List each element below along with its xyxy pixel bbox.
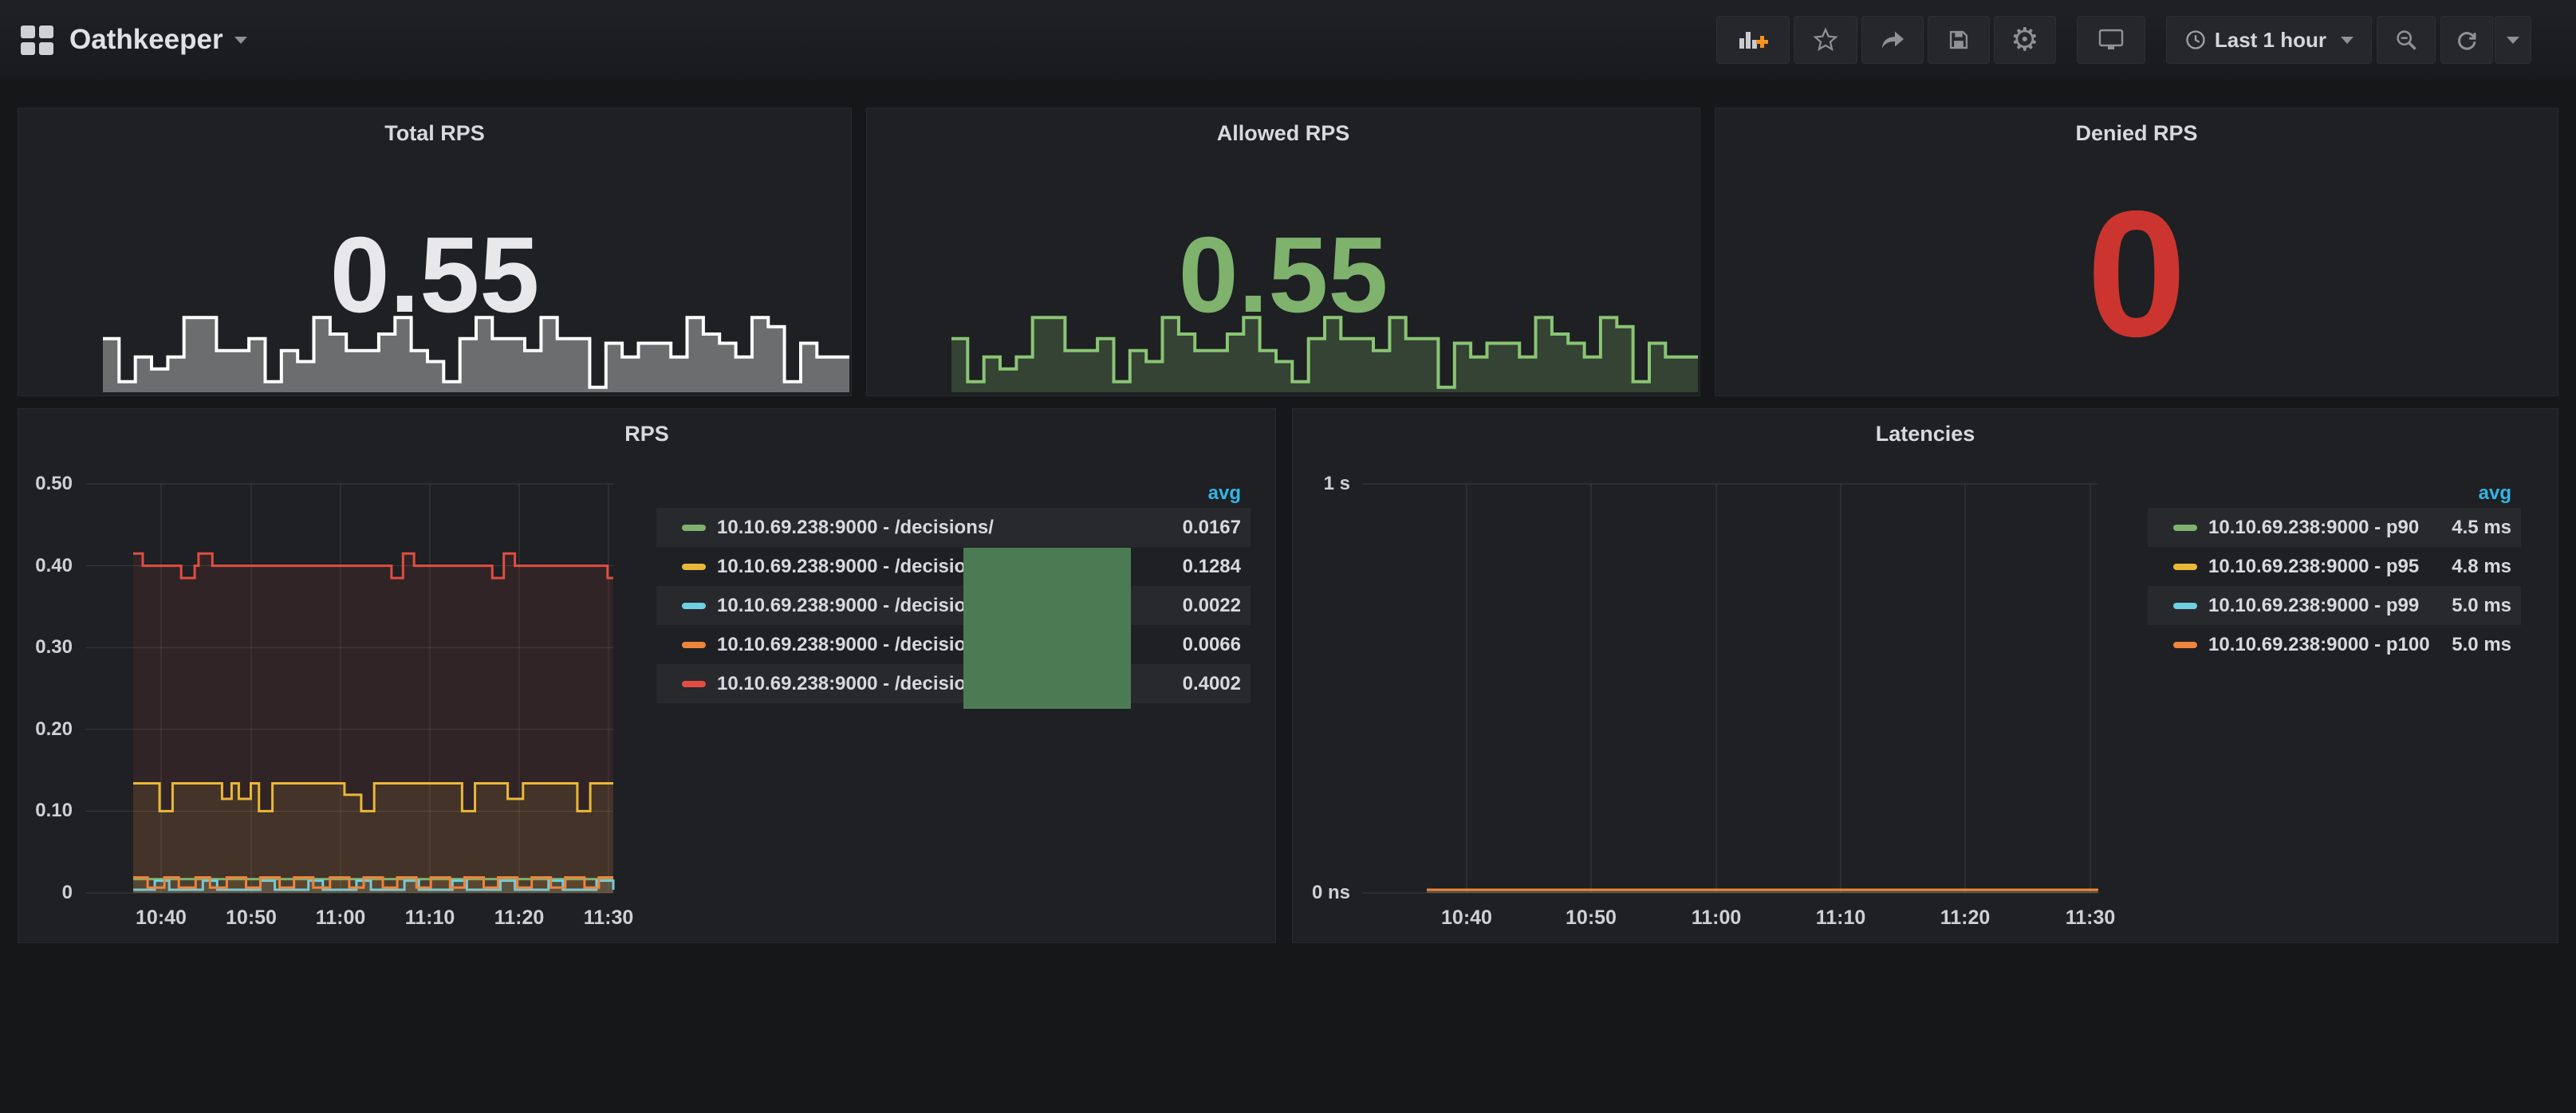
rps-legend: avg10.10.69.238:9000 - /decisions/0.0167… bbox=[656, 479, 1251, 703]
legend-avg-value: 0.0066 bbox=[1183, 634, 1241, 656]
legend-series-label: 10.10.69.238:9000 - p100 bbox=[2208, 634, 2436, 656]
refresh-icon bbox=[2455, 28, 2479, 52]
y-tick-label: 0 bbox=[18, 881, 73, 905]
legend-avg-value: 0.4002 bbox=[1183, 673, 1241, 695]
legend-series-label: 10.10.69.238:9000 - p95 bbox=[2208, 556, 2436, 578]
time-range-label: Last 1 hour bbox=[2215, 28, 2326, 53]
legend-series-swatch bbox=[682, 642, 706, 648]
y-tick-label: 0.40 bbox=[18, 554, 73, 578]
legend-row[interactable]: 10.10.69.238:9000 - /decisions/0.0022 bbox=[656, 586, 1251, 625]
x-tick-label: 10:40 bbox=[1419, 906, 1514, 930]
zoom-out-button[interactable] bbox=[2377, 16, 2436, 64]
latencies-legend: avg10.10.69.238:9000 - p904.5 ms10.10.69… bbox=[2148, 479, 2521, 664]
legend-series-swatch bbox=[682, 525, 706, 531]
panel-title[interactable]: RPS bbox=[18, 422, 1275, 446]
legend-avg-value: 0.1284 bbox=[1183, 556, 1241, 578]
legend-series-swatch bbox=[682, 681, 706, 687]
save-button[interactable] bbox=[1928, 16, 1990, 64]
legend-row[interactable]: 10.10.69.238:9000 - p99 5.0 ms bbox=[2148, 586, 2521, 625]
legend-series-swatch bbox=[2173, 564, 2197, 570]
refresh-button[interactable] bbox=[2440, 16, 2493, 64]
stat-value: 0 bbox=[1715, 184, 2558, 364]
star-button[interactable] bbox=[1794, 16, 1857, 64]
legend-avg-header: avg bbox=[2148, 479, 2521, 508]
y-tick-label: 0.20 bbox=[18, 718, 73, 741]
legend-series-swatch bbox=[2173, 525, 2197, 531]
legend-row[interactable]: 10.10.69.238:9000 - p100 5.0 ms bbox=[2148, 625, 2521, 664]
grafana-dashboard: Oathkeeper bbox=[0, 0, 2576, 1113]
legend-row[interactable]: 10.10.69.238:9000 - p95 4.8 ms bbox=[2148, 547, 2521, 586]
y-tick-label: 0 ns bbox=[1292, 881, 1350, 905]
legend-row[interactable]: 10.10.69.238:9000 - /decisions/0.4002 bbox=[656, 664, 1251, 703]
legend-series-swatch bbox=[682, 564, 706, 570]
star-icon bbox=[1813, 27, 1838, 53]
y-tick-label: 0.30 bbox=[18, 635, 73, 659]
legend-series-label: 10.10.69.238:9000 - p99 bbox=[2208, 595, 2436, 617]
x-tick-label: 11:20 bbox=[1917, 906, 2013, 930]
x-tick-label: 11:00 bbox=[1668, 906, 1764, 930]
x-tick-label: 10:40 bbox=[113, 906, 209, 930]
share-button[interactable] bbox=[1861, 16, 1924, 64]
legend-series-swatch bbox=[2173, 603, 2197, 609]
y-tick-label: 1 s bbox=[1292, 472, 1350, 496]
total-rps-panel: Total RPS 0.55 bbox=[18, 108, 852, 396]
redaction-overlay bbox=[963, 548, 1131, 709]
dashboard-menu-icon[interactable] bbox=[21, 26, 53, 55]
allowed-rps-panel: Allowed RPS 0.55 bbox=[866, 108, 1700, 396]
denied-rps-panel: Denied RPS 0 bbox=[1715, 108, 2558, 396]
legend-avg-value: 0.0022 bbox=[1183, 595, 1241, 617]
panel-title[interactable]: Latencies bbox=[1293, 422, 2558, 446]
stat-value: 0.55 bbox=[867, 221, 1700, 328]
refresh-interval-button[interactable] bbox=[2495, 16, 2531, 64]
legend-row[interactable]: 10.10.69.238:9000 - /decisions/0.0167 bbox=[656, 508, 1251, 547]
x-tick-label: 10:50 bbox=[203, 906, 299, 930]
x-tick-label: 10:50 bbox=[1543, 906, 1639, 930]
stat-value: 0.55 bbox=[18, 221, 851, 328]
legend-avg-header: avg bbox=[656, 479, 1251, 508]
legend-avg-value: 5.0 ms bbox=[2452, 634, 2511, 656]
header-toolbar: ⚙ Last 1 hour bbox=[1712, 16, 2531, 64]
caret-down-icon bbox=[2507, 37, 2519, 44]
x-tick-label: 11:30 bbox=[561, 906, 656, 930]
zoom-out-icon bbox=[2394, 28, 2418, 52]
legend-series-label: 10.10.69.238:9000 - /decisions/ bbox=[717, 517, 1167, 539]
caret-down-icon bbox=[2341, 37, 2353, 44]
cycle-view-button[interactable] bbox=[2077, 16, 2145, 64]
monitor-icon bbox=[2097, 28, 2125, 52]
legend-avg-value: 0.0167 bbox=[1183, 517, 1241, 539]
x-tick-label: 11:20 bbox=[471, 906, 567, 930]
legend-row[interactable]: 10.10.69.238:9000 - p90 4.5 ms bbox=[2148, 508, 2521, 547]
share-icon bbox=[1880, 29, 1905, 51]
panel-title[interactable]: Allowed RPS bbox=[867, 121, 1700, 146]
legend-avg-value: 4.5 ms bbox=[2452, 517, 2511, 539]
y-tick-label: 0.10 bbox=[18, 799, 73, 823]
legend-row[interactable]: 10.10.69.238:9000 - /decisions/0.1284 bbox=[656, 547, 1251, 586]
legend-avg-value: 4.8 ms bbox=[2452, 556, 2511, 578]
time-range-picker[interactable]: Last 1 hour bbox=[2166, 16, 2372, 64]
panel-title[interactable]: Total RPS bbox=[18, 121, 851, 146]
x-tick-label: 11:10 bbox=[1793, 906, 1889, 930]
save-icon bbox=[1948, 29, 1970, 51]
caret-down-icon[interactable] bbox=[234, 37, 247, 44]
x-tick-label: 11:00 bbox=[293, 906, 388, 930]
clock-icon bbox=[2184, 29, 2207, 51]
add-panel-icon bbox=[1738, 28, 1768, 52]
legend-series-swatch bbox=[682, 603, 706, 609]
add-panel-button[interactable] bbox=[1716, 16, 1790, 64]
latencies-graph-panel: Latencies 1 s 0 ns 10:40 10:50 11:00 11:10 11:… bbox=[1292, 408, 2558, 943]
legend-row[interactable]: 10.10.69.238:9000 - /decisions/0.0066 bbox=[656, 625, 1251, 664]
settings-button[interactable]: ⚙ bbox=[1994, 16, 2056, 64]
dashboard-title[interactable]: Oathkeeper bbox=[69, 24, 223, 56]
x-tick-label: 11:10 bbox=[382, 906, 478, 930]
y-tick-label: 0.50 bbox=[18, 472, 73, 496]
dashboard-header: Oathkeeper bbox=[0, 0, 2576, 80]
rps-graph-panel: RPS 0.50 0.40 0.30 0.20 0.10 0 10:4010:5011:00… bbox=[18, 408, 1276, 943]
gear-icon: ⚙ bbox=[2011, 24, 2039, 56]
legend-series-swatch bbox=[2173, 642, 2197, 648]
header-left: Oathkeeper bbox=[21, 24, 247, 56]
panel-title[interactable]: Denied RPS bbox=[1715, 121, 2558, 146]
legend-series-label: 10.10.69.238:9000 - p90 bbox=[2208, 517, 2436, 539]
legend-avg-value: 5.0 ms bbox=[2452, 595, 2511, 617]
x-tick-label: 11:30 bbox=[2042, 906, 2138, 930]
